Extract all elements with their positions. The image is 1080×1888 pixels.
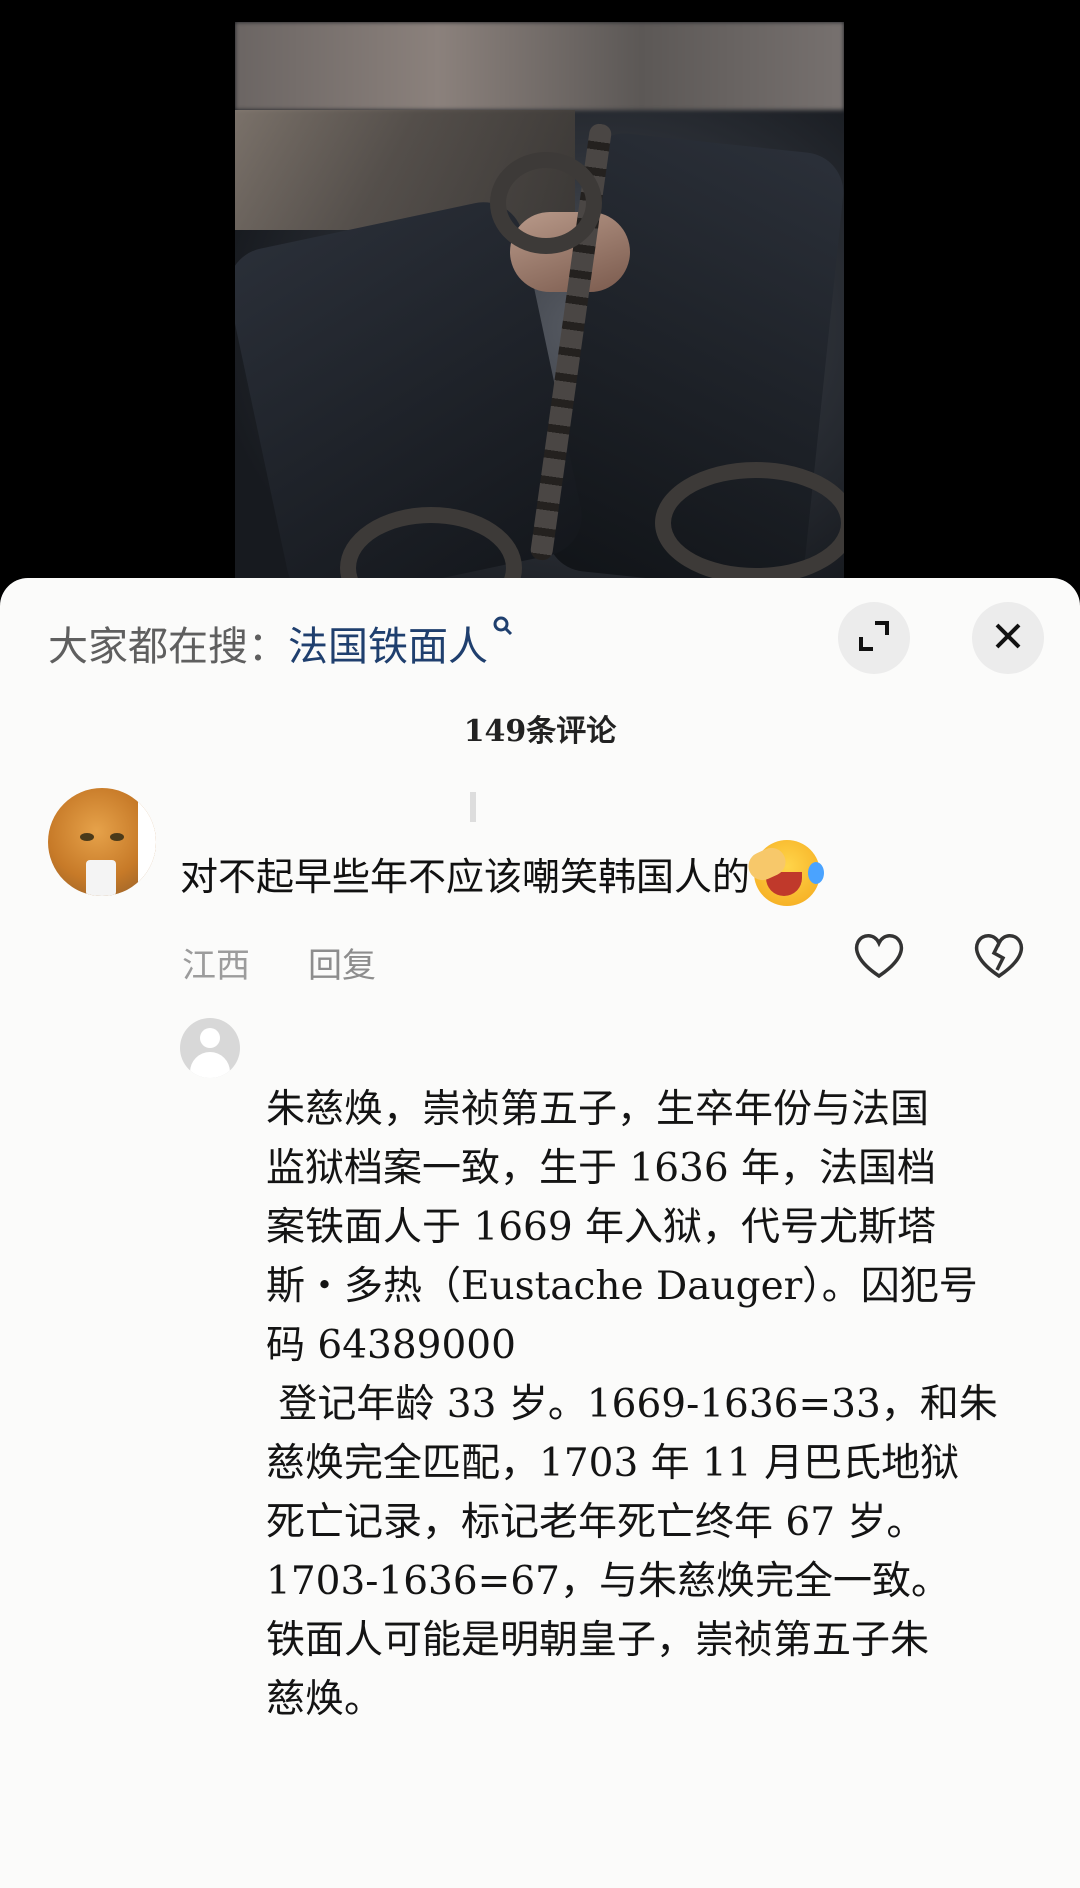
- search-suggestion-term[interactable]: 法国铁面人: [288, 614, 488, 672]
- close-icon: [993, 621, 1023, 655]
- search-suggestion-prefix: 大家都在搜：: [48, 624, 288, 670]
- video-frame-shackle: [655, 462, 844, 578]
- comment-location: 江西: [182, 946, 250, 986]
- reply-line: 斯・多热（Eustache Dauger）。囚犯号: [266, 1264, 978, 1309]
- reply-line: 案铁面人于 1669 年入狱，代号尤斯塔: [266, 1205, 937, 1250]
- reply-line: 铁面人可能是明朝皇子，崇祯第五子朱: [266, 1618, 930, 1663]
- comment-text: 对不起早些年不应该嘲笑韩国人的: [180, 840, 825, 906]
- text-cursor: [470, 792, 476, 822]
- search-suggestion[interactable]: 大家都在搜： 法国铁面人: [48, 615, 514, 670]
- avatar-cat-eye: [80, 833, 94, 841]
- avatar-background: [138, 798, 156, 896]
- comment-text-content: 对不起早些年不应该嘲笑韩国人的: [180, 854, 751, 899]
- dislike-broken-heart-icon[interactable]: [970, 926, 1028, 984]
- reply-line: 1703-1636=67，与朱慈焕完全一致。: [266, 1559, 950, 1604]
- reply-line: 码 64389000: [266, 1323, 516, 1368]
- reply-line: 监狱档案一致，生于 1636 年，法国档: [266, 1146, 937, 1191]
- reply-line: 朱慈焕，崇祯第五子，生卒年份与法国: [266, 1087, 930, 1132]
- reply-line: 慈焕完全匹配，1703 年 11 月巴氏地狱: [266, 1441, 960, 1486]
- expand-button[interactable]: [838, 602, 910, 674]
- reply-avatar[interactable]: [180, 1018, 240, 1078]
- comments-count: 149条评论: [463, 714, 617, 749]
- search-icon: [492, 615, 514, 643]
- video-frame-shackle: [490, 152, 602, 254]
- avatar[interactable]: [48, 788, 156, 896]
- reply-text: 朱慈焕，崇祯第五子，生卒年份与法国 监狱档案一致，生于 1636 年，法国档 案…: [266, 1080, 1046, 1729]
- reply-line: 登记年龄 33 岁。1669-1636=33，和朱: [266, 1382, 998, 1427]
- close-button[interactable]: [972, 602, 1044, 674]
- laughing-crying-emoji-icon: [743, 840, 825, 906]
- avatar-paper-roll: [86, 860, 116, 896]
- blurred-face-region: [235, 22, 844, 110]
- default-user-icon: [200, 1028, 220, 1048]
- expand-icon: [857, 619, 891, 657]
- reply-button[interactable]: 回复: [308, 938, 376, 987]
- like-heart-icon[interactable]: [850, 926, 908, 984]
- reply-line: 死亡记录，标记老年死亡终年 67 岁。: [266, 1500, 926, 1545]
- video-player[interactable]: [235, 22, 844, 578]
- comments-sheet: 大家都在搜： 法国铁面人 149条评论 对不起早些年不应该嘲笑韩国人的 江西 回…: [0, 578, 1080, 1888]
- avatar-cat-eye: [110, 833, 124, 841]
- reply-line: 慈焕。: [266, 1677, 384, 1722]
